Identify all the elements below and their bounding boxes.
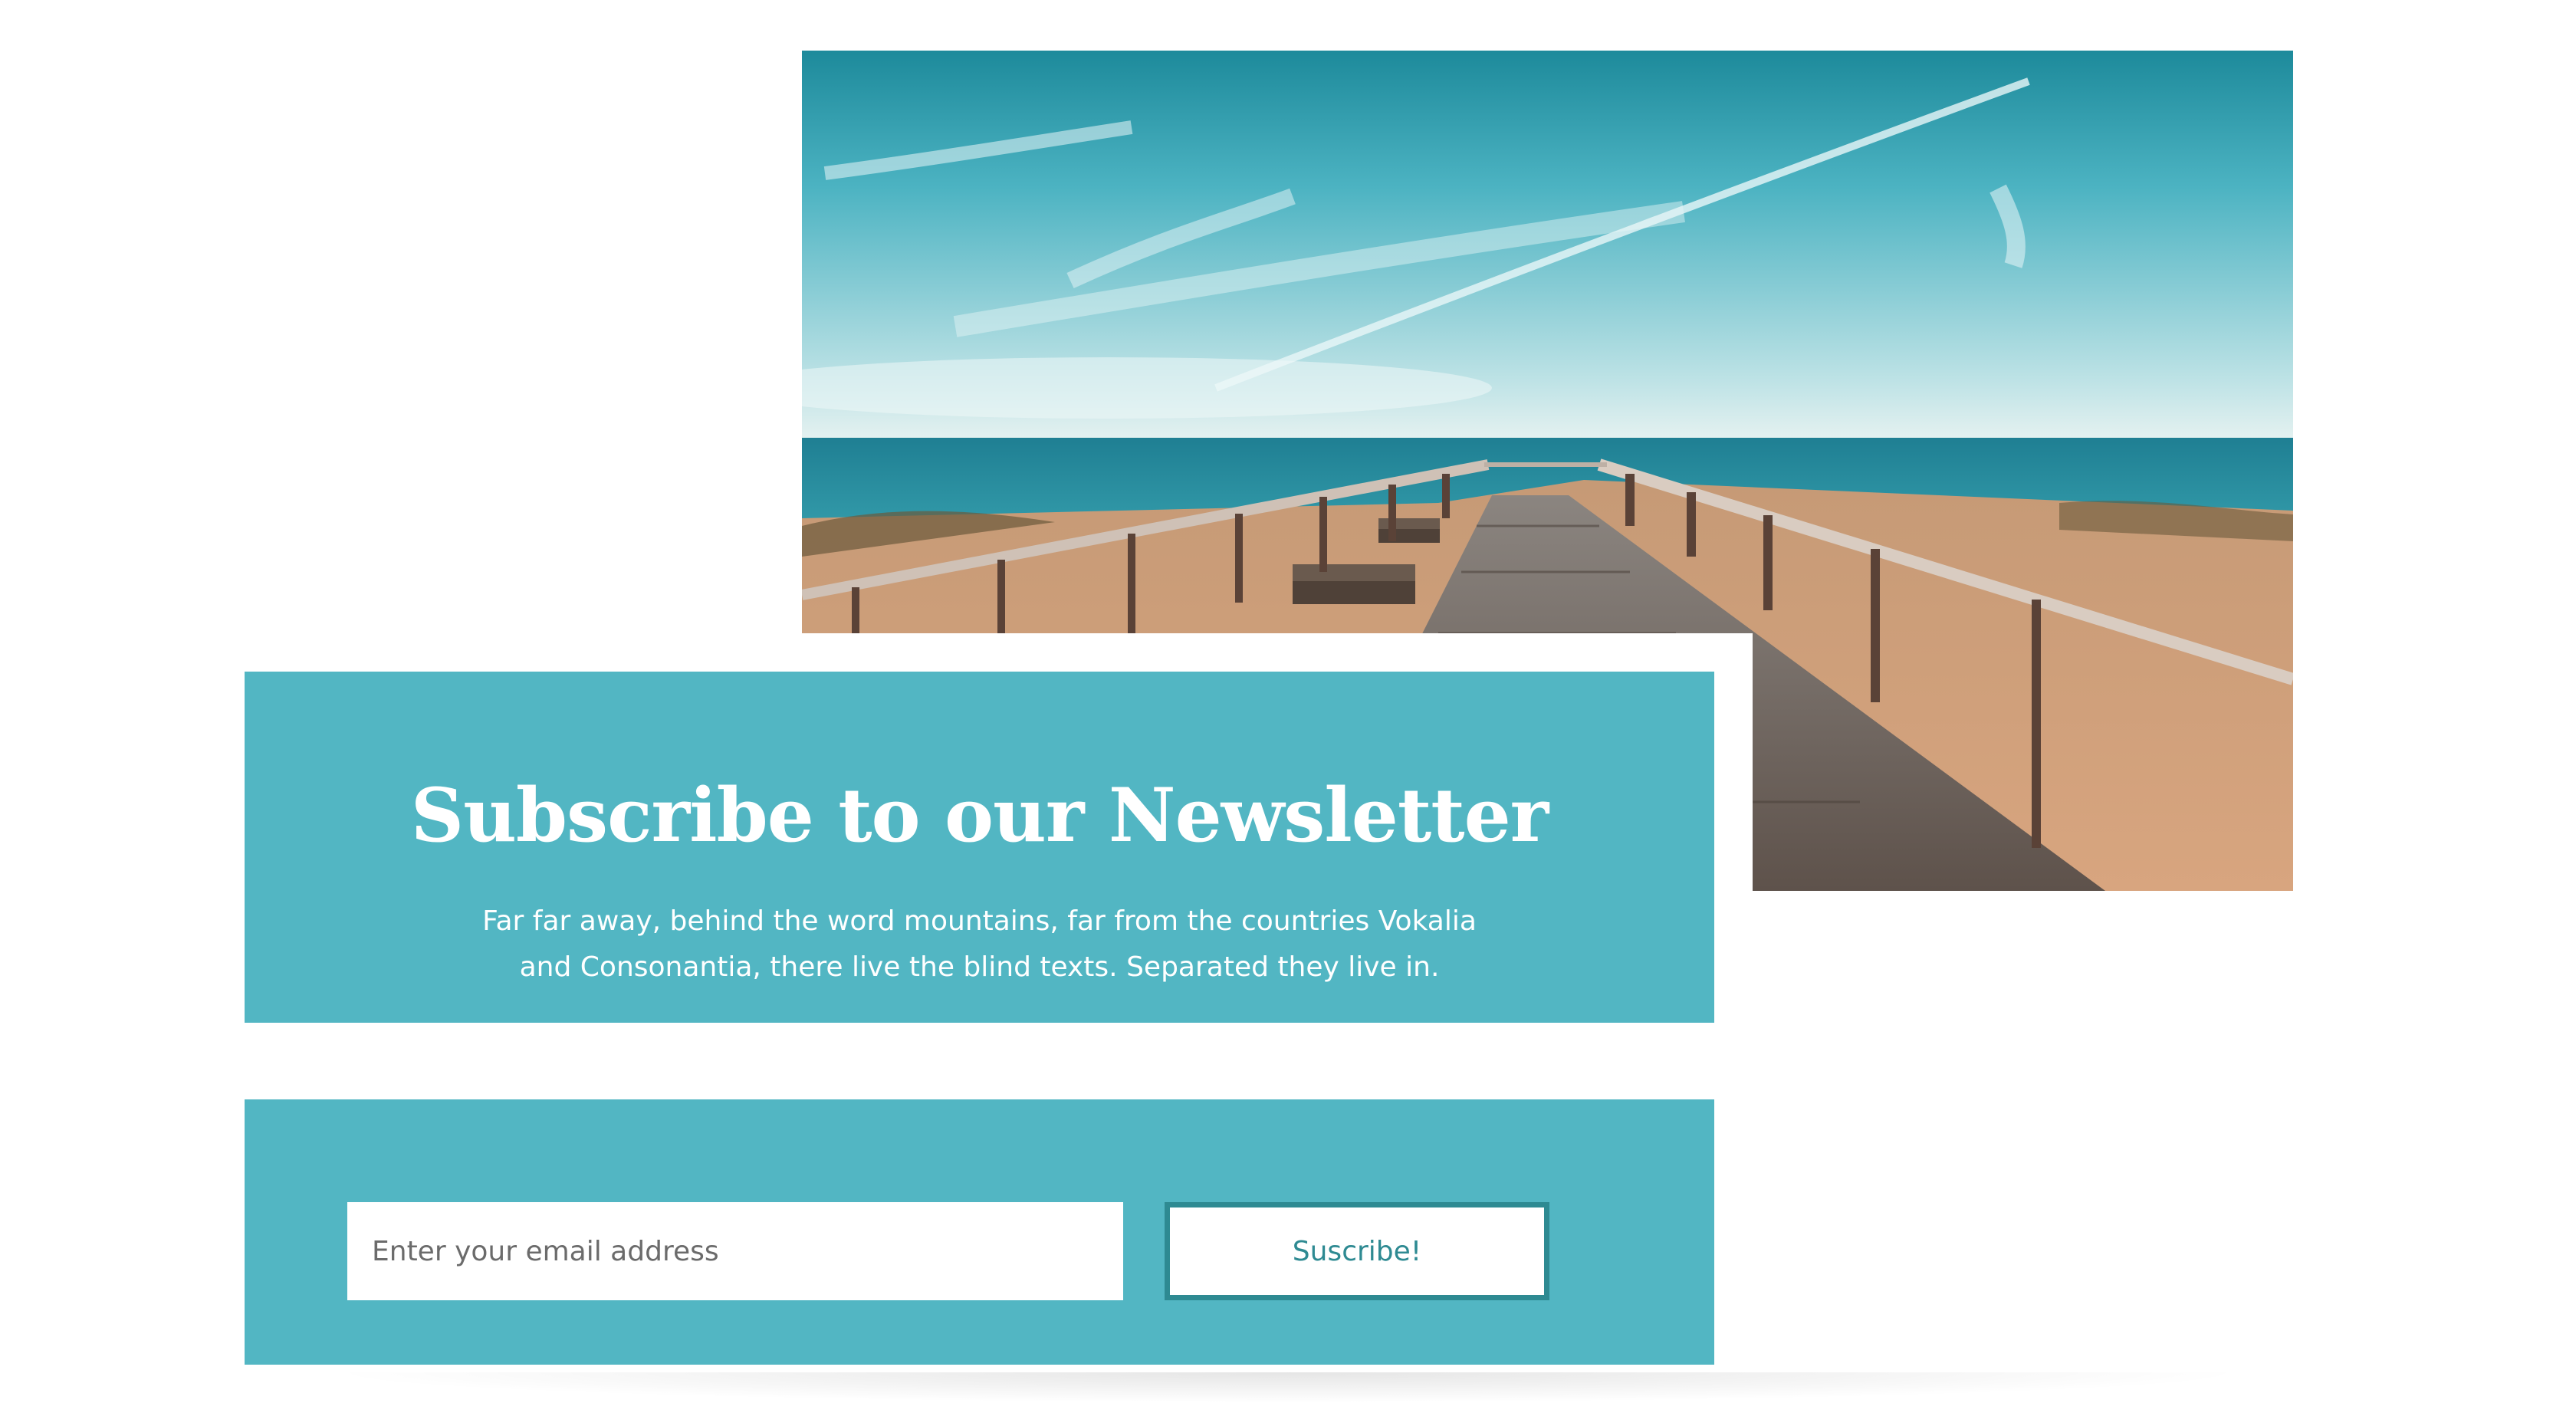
newsletter-description-line-1: Far far away, behind the word mountains,… bbox=[482, 905, 1477, 937]
subscribe-button[interactable]: Suscribe! bbox=[1165, 1202, 1549, 1300]
newsletter-title-panel: Subscribe to our Newsletter Far far away… bbox=[245, 672, 1714, 1023]
newsletter-description-line-2: and Consonantia, there live the blind te… bbox=[519, 951, 1440, 983]
email-input[interactable] bbox=[347, 1202, 1123, 1300]
bottom-shadow bbox=[322, 1372, 2254, 1403]
newsletter-form: Suscribe! bbox=[245, 1099, 1714, 1365]
newsletter-description: Far far away, behind the word mountains,… bbox=[245, 899, 1714, 991]
newsletter-title: Subscribe to our Newsletter bbox=[410, 772, 1549, 859]
